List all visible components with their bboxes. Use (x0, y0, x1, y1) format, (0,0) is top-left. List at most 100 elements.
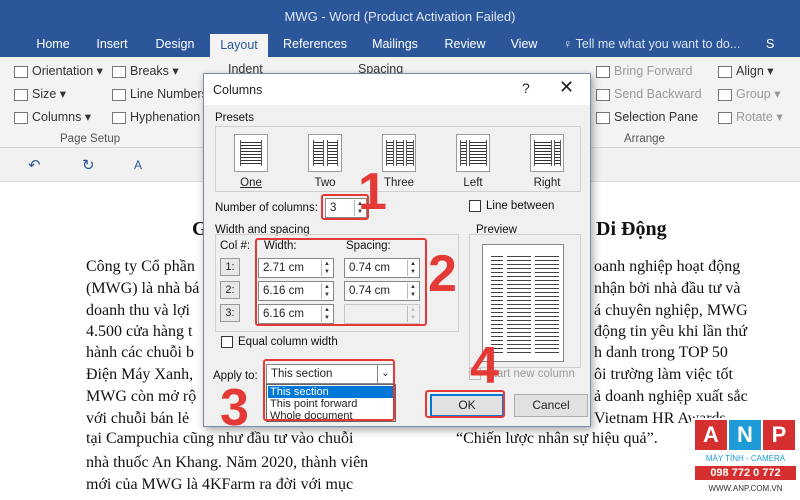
tab-view[interactable]: View (504, 33, 544, 57)
doc-line: oanh nghiệp hoạt động (594, 258, 741, 275)
page-setup-group-label: Page Setup (60, 133, 121, 145)
preset-right[interactable] (530, 134, 564, 172)
preview-column (535, 253, 559, 353)
columns-label: Columns (32, 110, 82, 124)
dialog-title-bar: Columns ? ✕ (204, 74, 590, 105)
bring-forward-button[interactable]: Bring Forward (596, 61, 693, 81)
doc-line: với chuỗi bán lẻ (86, 410, 190, 427)
doc-line: động tin yêu khi lần thứ (594, 323, 748, 340)
cancel-button[interactable]: Cancel (514, 394, 588, 417)
hyphenation-icon (112, 111, 126, 124)
size-icon (14, 88, 28, 101)
preset-two[interactable] (308, 134, 342, 172)
selection-pane-label: Selection Pane (614, 110, 699, 124)
tab-insert[interactable]: Insert (88, 33, 136, 57)
columns-icon (14, 111, 28, 124)
anp-logo-letter: A (695, 420, 727, 450)
tab-mailings[interactable]: Mailings (364, 33, 426, 57)
preset-left[interactable] (456, 134, 490, 172)
tab-references[interactable]: References (280, 33, 350, 57)
doc-line: ôi trường làm việc tốt (594, 366, 733, 383)
arrange-group-label: Arrange (624, 133, 665, 145)
line-numbers-icon (112, 88, 126, 101)
window-title: MWG - Word (Product Activation Failed) (284, 9, 516, 24)
rotate-icon (718, 111, 732, 124)
anp-logo: A N P MÁY TÍNH - CAMERA 098 772 0 772 WW… (691, 418, 800, 500)
doc-line: ả doanh nghiệp xuất sắc (594, 388, 748, 405)
align-icon (718, 65, 732, 78)
hyphenation-label: Hyphenation (130, 110, 201, 124)
breaks-icon (112, 65, 126, 78)
preset-two-label: Two (314, 177, 336, 189)
rotate-label: Rotate (736, 110, 773, 124)
group-icon (718, 88, 732, 101)
tab-layout[interactable]: Layout (210, 34, 268, 57)
preset-right-label: Right (533, 177, 561, 189)
orientation-label: Orientation (32, 64, 94, 78)
help-icon[interactable]: ? (522, 80, 530, 96)
rotate-button[interactable]: Rotate ▾ (718, 107, 783, 127)
anp-logo-phone: 098 772 0 772 (695, 466, 796, 480)
share-button[interactable]: S (766, 33, 774, 57)
equal-width-checkbox[interactable] (221, 336, 233, 348)
annotation-3: 3 (220, 379, 249, 437)
anp-logo-letter: N (729, 420, 761, 450)
redo-icon[interactable]: ↻ (82, 156, 95, 174)
format-icon[interactable]: A (134, 158, 142, 172)
breaks-label: Breaks (130, 64, 169, 78)
breaks-button[interactable]: Breaks ▾ (112, 61, 179, 81)
doc-line: MWG còn mở rộ (86, 388, 197, 405)
tell-me-text: Tell me what you want to do... (575, 37, 741, 51)
col-3-button[interactable]: 3: (220, 304, 240, 322)
line-between-label: Line between (486, 200, 555, 212)
tab-review[interactable]: Review (438, 33, 492, 57)
lightbulb-icon: ♀ (563, 37, 576, 51)
preset-three[interactable] (382, 134, 416, 172)
col-1-button[interactable]: 1: (220, 258, 240, 276)
preset-left-label: Left (463, 177, 483, 189)
selection-pane-button[interactable]: Selection Pane (596, 107, 698, 127)
tell-me-box[interactable]: ♀ Tell me what you want to do... (563, 33, 740, 57)
title-bar: MWG - Word (Product Activation Failed) (0, 0, 800, 33)
doc-line: Điện Máy Xanh, (86, 366, 194, 383)
annotation-4: 4 (470, 337, 499, 395)
preset-one[interactable] (234, 134, 268, 172)
doc-line: “Chiến lược nhân sự hiệu quả”. (456, 430, 658, 447)
send-backward-button[interactable]: Send Backward (596, 84, 702, 104)
doc-line: 4.500 cửa hàng t (86, 323, 193, 340)
doc-line: doanh thu và lợi (86, 302, 190, 319)
size-button[interactable]: Size ▾ (14, 84, 66, 104)
doc-line: nhận bởi nhà đầu tư và (594, 280, 741, 297)
doc-line: mới của MWG là 4KFarm ra đời với mục (86, 476, 354, 493)
doc-line: hành các chuỗi b (86, 344, 194, 361)
group-label: Group (736, 87, 771, 101)
group-button[interactable]: Group ▾ (718, 84, 781, 104)
bring-forward-icon (596, 65, 610, 78)
tab-home[interactable]: Home (30, 33, 76, 57)
line-between-checkbox[interactable] (469, 200, 481, 212)
doc-line: Công ty Cổ phần (86, 258, 195, 275)
anp-logo-sub: MÁY TÍNH - CAMERA (705, 454, 786, 463)
align-button[interactable]: Align ▾ (718, 61, 774, 81)
doc-line: h danh trong TOP 50 (594, 344, 728, 361)
size-label: Size (32, 87, 57, 101)
orientation-button[interactable]: Orientation ▾ (14, 61, 103, 81)
doc-line: nhà thuốc An Khang. Năm 2020, thành viên (86, 454, 369, 471)
preview-column (507, 253, 531, 353)
undo-icon[interactable]: ↶ (28, 156, 41, 174)
col-2-button[interactable]: 2: (220, 281, 240, 299)
annotation-1: 1 (358, 163, 387, 221)
hyphenation-button[interactable]: Hyphenation (112, 107, 200, 127)
highlight-width-spacing (255, 238, 427, 326)
close-icon[interactable]: ✕ (559, 77, 574, 98)
send-backward-label: Send Backward (614, 87, 702, 101)
line-numbers-button[interactable]: Line Numbers (112, 84, 208, 104)
send-backward-icon (596, 88, 610, 101)
selection-pane-icon (596, 111, 610, 124)
orientation-icon (14, 65, 28, 78)
start-new-column-label: Start new column (486, 368, 575, 380)
presets-label: Presets (215, 112, 254, 124)
tab-design[interactable]: Design (148, 33, 202, 57)
anp-logo-letter: P (763, 420, 795, 450)
columns-button[interactable]: Columns ▾ (14, 107, 91, 127)
